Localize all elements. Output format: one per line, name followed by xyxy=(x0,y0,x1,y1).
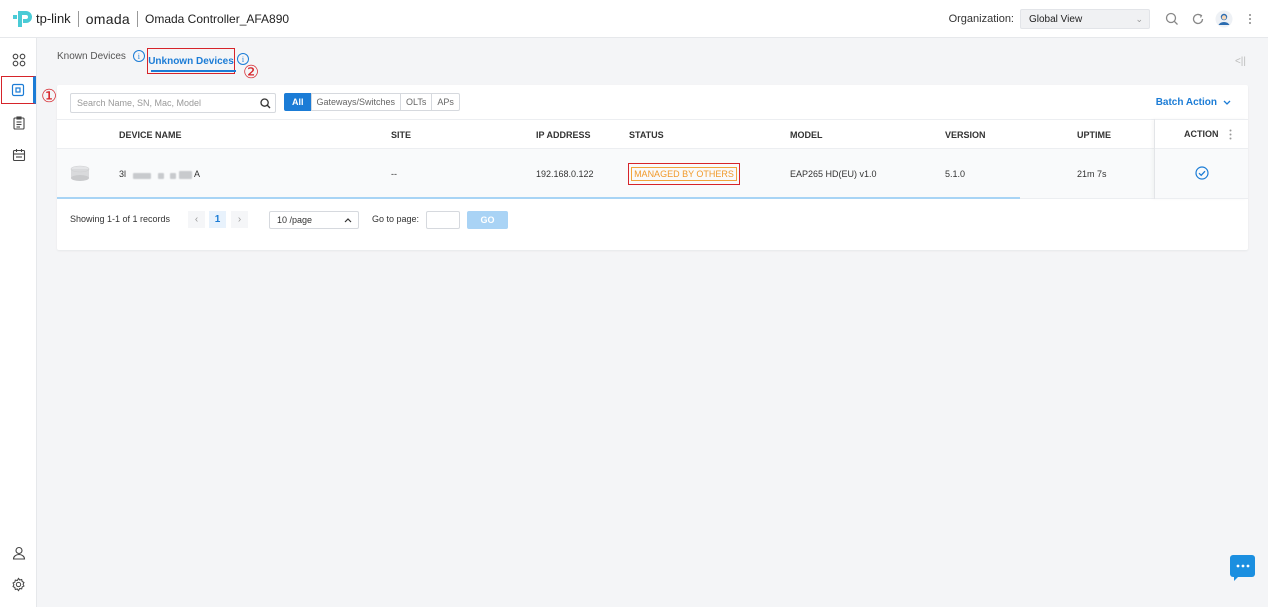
device-type-filter: All Gateways/Switches OLTs APs xyxy=(284,93,460,111)
search-icon[interactable] xyxy=(260,97,271,109)
prev-page-button[interactable]: ‹ xyxy=(188,211,205,228)
filter-all[interactable]: All xyxy=(284,93,312,111)
next-page-button[interactable]: › xyxy=(231,211,248,228)
access-point-device-icon xyxy=(70,165,90,181)
divider xyxy=(137,10,138,27)
device-name-suffix: A xyxy=(194,169,201,179)
info-icon[interactable]: i xyxy=(132,50,145,62)
pagination: Showing 1-1 of 1 records ‹ 1 › 10 /page … xyxy=(70,211,530,229)
filter-gateways-switches[interactable]: Gateways/Switches xyxy=(310,93,402,111)
chevron-up-icon xyxy=(344,218,352,223)
devices-icon[interactable] xyxy=(1,76,36,104)
logs-icon[interactable] xyxy=(0,109,37,137)
refresh-icon[interactable] xyxy=(1188,9,1208,29)
table-header: DEVICE NAME SITE IP ADDRESS STATUS MODEL… xyxy=(57,119,1248,149)
divider xyxy=(77,10,79,27)
goto-page-input[interactable] xyxy=(426,211,460,229)
user-avatar-icon[interactable] xyxy=(1214,9,1234,29)
version-cell: 5.1.0 xyxy=(945,169,966,179)
status-badge: MANAGED BY OTHERS xyxy=(631,167,737,181)
devices-card: All Gateways/Switches OLTs APs Batch Act… xyxy=(57,85,1248,250)
tab-known-devices[interactable]: Known Devices xyxy=(57,51,126,62)
top-bar: tp-link omada Omada Controller_AFA890 Or… xyxy=(0,0,1268,38)
model-cell: EAP265 HD(EU) v1.0 xyxy=(790,169,877,179)
column-status[interactable]: STATUS xyxy=(629,130,664,140)
redacted-text xyxy=(158,173,164,179)
page-size-select[interactable]: 10 /page xyxy=(269,211,359,229)
annotation-marker-2: ② xyxy=(243,62,260,83)
active-tab-indicator xyxy=(151,70,236,72)
column-settings-icon[interactable] xyxy=(1229,129,1232,140)
search-input-box[interactable] xyxy=(70,93,276,113)
action-column: ACTION xyxy=(1154,119,1248,199)
organization-label: Organization: xyxy=(948,13,1014,25)
tp-link-wordmark: tp-link xyxy=(36,11,71,26)
adopt-check-icon[interactable] xyxy=(1195,166,1209,180)
more-vertical-icon[interactable] xyxy=(1240,9,1260,29)
redacted-text xyxy=(133,173,151,179)
account-icon[interactable] xyxy=(0,539,37,567)
filter-olts[interactable]: OLTs xyxy=(400,93,433,111)
column-uptime[interactable]: UPTIME xyxy=(1077,130,1111,140)
tp-link-logo-icon xyxy=(13,10,32,27)
column-model[interactable]: MODEL xyxy=(790,130,823,140)
search-icon[interactable] xyxy=(1162,9,1182,29)
device-tabs: Known Devices i xyxy=(57,50,145,62)
chevron-down-icon: ⌄ xyxy=(1135,13,1143,24)
uptime-cell: 21m 7s xyxy=(1077,169,1107,179)
chevron-down-icon xyxy=(1223,100,1231,105)
logo[interactable]: tp-link omada Omada Controller_AFA890 xyxy=(12,0,289,38)
row-progress-bar xyxy=(57,197,1020,199)
goto-page-label: Go to page: xyxy=(372,214,420,224)
records-summary: Showing 1-1 of 1 records xyxy=(70,214,171,224)
batch-action-button[interactable]: Batch Action xyxy=(1156,97,1231,108)
settings-gear-icon[interactable] xyxy=(0,570,37,598)
filter-aps[interactable]: APs xyxy=(431,93,460,111)
search-input[interactable] xyxy=(77,98,247,108)
go-button[interactable]: GO xyxy=(467,211,508,229)
redacted-text xyxy=(170,173,176,179)
chat-support-button[interactable] xyxy=(1230,555,1255,581)
controller-name: Omada Controller_AFA890 xyxy=(145,11,290,26)
ip-address-cell: 192.168.0.122 xyxy=(536,169,594,179)
site-cell: -- xyxy=(391,169,397,179)
organization-value: Global View xyxy=(1029,13,1083,25)
sidebar xyxy=(0,38,37,607)
omada-wordmark: omada xyxy=(85,10,130,27)
tp-link-logo: tp-link xyxy=(12,9,71,29)
column-ip-address[interactable]: IP ADDRESS xyxy=(536,130,591,140)
page-number[interactable]: 1 xyxy=(209,211,226,228)
column-device-name[interactable]: DEVICE NAME xyxy=(119,130,182,140)
annotation-marker-1: ① xyxy=(41,86,58,107)
schedule-icon[interactable] xyxy=(0,141,37,169)
page-size-value: 10 /page xyxy=(277,215,313,225)
dashboard-icon[interactable] xyxy=(0,46,37,74)
column-version[interactable]: VERSION xyxy=(945,130,986,140)
status-highlight: MANAGED BY OTHERS xyxy=(628,163,740,185)
organization-select[interactable]: Global View ⌄ xyxy=(1020,9,1150,29)
collapse-panel-icon[interactable]: <|| xyxy=(1235,56,1246,67)
chat-icon xyxy=(1236,564,1249,568)
column-site[interactable]: SITE xyxy=(391,130,411,140)
batch-action-label: Batch Action xyxy=(1155,97,1217,108)
redacted-text xyxy=(179,171,192,179)
column-action: ACTION xyxy=(1184,129,1219,139)
device-name-prefix: 3l xyxy=(119,169,127,179)
